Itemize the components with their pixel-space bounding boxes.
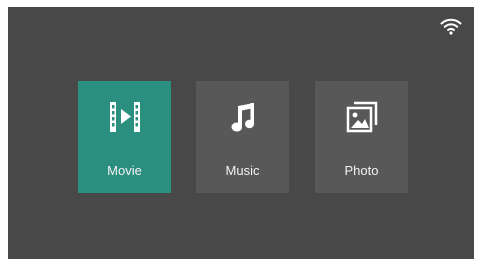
wifi-icon	[440, 18, 462, 35]
movie-label: Movie	[107, 163, 142, 178]
photo-tile[interactable]: Photo	[315, 81, 408, 193]
music-label: Music	[225, 163, 260, 178]
movie-icon	[110, 102, 140, 132]
photo-icon	[346, 101, 378, 133]
movie-tile[interactable]: Movie	[78, 81, 171, 193]
music-note-icon	[231, 103, 254, 132]
photo-label: Photo	[344, 163, 379, 178]
home-screen: Movie Music Photo	[8, 7, 474, 259]
media-menu: Movie Music Photo	[78, 81, 408, 193]
music-tile[interactable]: Music	[196, 81, 289, 193]
